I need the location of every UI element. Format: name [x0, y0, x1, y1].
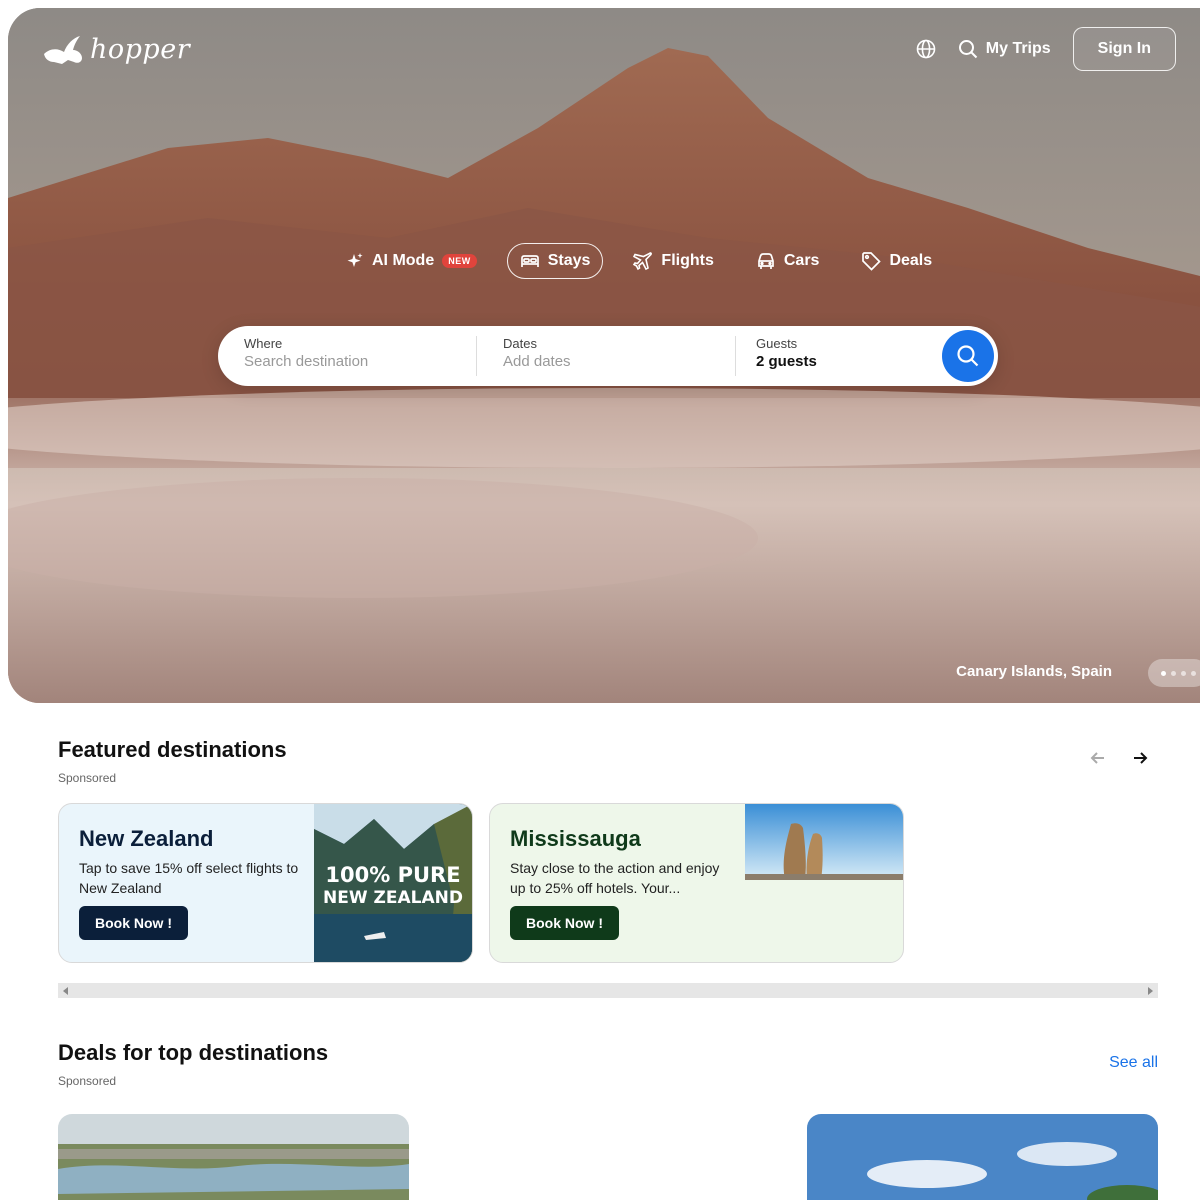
- search-icon: [958, 40, 977, 59]
- book-now-button[interactable]: Book Now !: [79, 906, 188, 940]
- dates-label: Dates: [503, 336, 537, 351]
- deal-image-lake-town: [58, 1114, 409, 1200]
- carousel-dot[interactable]: [1160, 670, 1166, 676]
- horizontal-scrollbar[interactable]: [58, 983, 1158, 998]
- deal-image-sky: [807, 1114, 1158, 1200]
- book-now-button[interactable]: Book Now !: [510, 906, 619, 940]
- tab-label: Flights: [661, 252, 714, 269]
- tab-flights[interactable]: Flights: [621, 243, 725, 279]
- where-field[interactable]: Where Search destination: [218, 336, 476, 376]
- guests-label: Guests: [756, 336, 798, 351]
- tab-label: Deals: [889, 252, 933, 269]
- card-body: Stay close to the action and enjoy up to…: [510, 860, 720, 896]
- card-text: New Zealand Tap to save 15% off select f…: [79, 826, 304, 898]
- card-title: Mississauga: [510, 826, 641, 851]
- brand-name: hopper: [90, 33, 191, 65]
- carousel-indicator[interactable]: [1148, 659, 1200, 687]
- bed-icon: [520, 255, 539, 267]
- top-navigation: My Trips Sign In: [916, 27, 1176, 71]
- scroll-left-icon[interactable]: [63, 987, 68, 995]
- where-label: Where: [244, 336, 283, 351]
- carousel-arrows: [1090, 750, 1148, 766]
- sparkle-icon: [347, 253, 363, 267]
- deal-card-image[interactable]: [807, 1114, 1158, 1200]
- tab-stays[interactable]: Stays: [506, 243, 604, 279]
- tab-cars[interactable]: Cars: [744, 243, 832, 279]
- card-body: Tap to save 15% off select flights to Ne…: [79, 860, 299, 896]
- dates-field[interactable]: Dates Add dates: [477, 336, 735, 376]
- svg-text:NEW ZEALAND: NEW ZEALAND: [323, 888, 463, 908]
- tab-label: Stays: [547, 252, 591, 269]
- arrow-right-icon[interactable]: [1132, 750, 1148, 766]
- hero-location-caption: Canary Islands, Spain: [956, 663, 1112, 680]
- featured-title: Featured destinations: [58, 737, 287, 762]
- deal-card-image[interactable]: [58, 1114, 409, 1200]
- new-badge: NEW: [442, 254, 477, 268]
- carousel-dot[interactable]: [1170, 670, 1176, 676]
- tab-ai-mode[interactable]: AI Mode NEW: [334, 244, 489, 278]
- svg-text:100% PURE: 100% PURE: [325, 863, 460, 887]
- deals-title: Deals for top destinations: [58, 1040, 329, 1065]
- search-bar: Where Search destination Dates Add dates…: [218, 326, 998, 386]
- new-zealand-image: 100% PURE NEW ZEALAND: [314, 804, 472, 962]
- featured-card-new-zealand[interactable]: New Zealand Tap to save 15% off select f…: [58, 803, 473, 963]
- featured-card-mississauga[interactable]: Mississauga Stay close to the action and…: [489, 803, 904, 963]
- arrow-left-icon[interactable]: [1090, 750, 1106, 766]
- carousel-dot[interactable]: [1190, 670, 1196, 676]
- my-trips-link[interactable]: My Trips: [958, 39, 1051, 59]
- where-input[interactable]: Search destination: [244, 353, 476, 370]
- product-tabs: AI Mode NEW Stays Flights Cars Deals: [334, 243, 944, 279]
- my-trips-label: My Trips: [985, 40, 1051, 57]
- card-title: New Zealand: [79, 826, 214, 851]
- bunny-logo-icon: [44, 36, 82, 64]
- scroll-right-icon[interactable]: [1148, 987, 1153, 995]
- hopper-logo[interactable]: hopper: [40, 32, 190, 66]
- tab-label: Cars: [783, 252, 820, 269]
- plane-icon: [633, 252, 653, 271]
- search-button[interactable]: [942, 330, 994, 382]
- dates-input[interactable]: Add dates: [503, 353, 735, 370]
- globe-icon[interactable]: [916, 39, 936, 59]
- guests-field[interactable]: Guests 2 guests: [736, 336, 936, 376]
- car-icon: [758, 253, 774, 269]
- sponsored-label: Sponsored: [58, 1074, 117, 1088]
- sponsored-label: Sponsored: [58, 771, 117, 785]
- hero-banner: hopper My Trips Sign In AI Mode NEW Stay…: [8, 8, 1200, 703]
- mississauga-image: [745, 804, 903, 880]
- tab-label: AI Mode: [372, 252, 435, 269]
- see-all-link[interactable]: See all: [1109, 1054, 1158, 1072]
- tab-deals[interactable]: Deals: [849, 243, 944, 279]
- guests-value[interactable]: 2 guests: [756, 353, 936, 370]
- carousel-dot[interactable]: [1180, 670, 1186, 676]
- tag-icon: [862, 252, 882, 271]
- search-icon: [957, 345, 979, 367]
- sign-in-button[interactable]: Sign In: [1072, 27, 1176, 71]
- card-text: Mississauga Stay close to the action and…: [510, 826, 735, 898]
